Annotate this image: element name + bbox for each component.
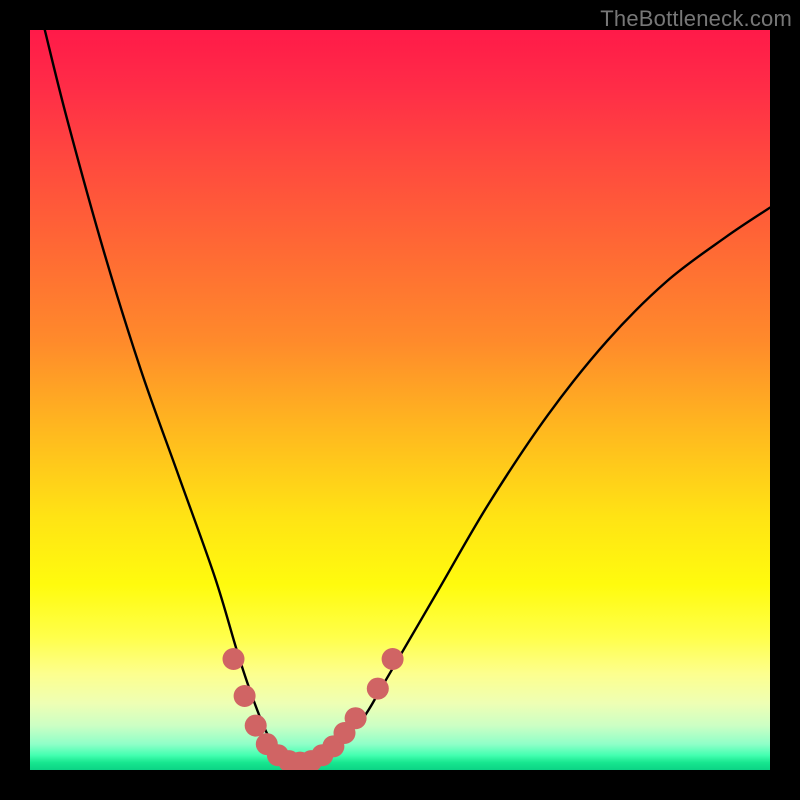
highlight-dot (345, 707, 367, 729)
highlight-dot (223, 648, 245, 670)
highlight-dots (223, 648, 404, 770)
watermark-text: TheBottleneck.com (600, 6, 792, 32)
bottleneck-curve (45, 30, 770, 764)
chart-svg (30, 30, 770, 770)
highlight-dot (234, 685, 256, 707)
plot-area (30, 30, 770, 770)
outer-frame: TheBottleneck.com (0, 0, 800, 800)
highlight-dot (382, 648, 404, 670)
highlight-dot (367, 678, 389, 700)
highlight-dot (245, 715, 267, 737)
